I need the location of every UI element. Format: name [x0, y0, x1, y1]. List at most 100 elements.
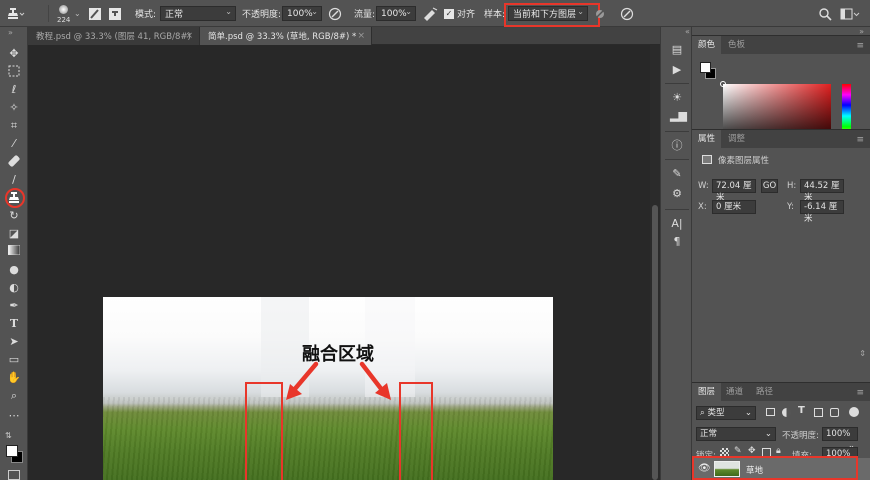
brush-tool-icon[interactable]: /	[7, 173, 21, 187]
vertical-scrollbar[interactable]	[650, 45, 660, 480]
histogram-panel-icon[interactable]: ▂▆	[670, 109, 687, 123]
default-colors-icon[interactable]: ⇅	[5, 431, 12, 440]
tab-adjustments[interactable]: 调整	[722, 130, 751, 149]
clone-source-panel-icon[interactable]	[108, 0, 122, 27]
eraser-tool-icon[interactable]: ◪	[7, 227, 21, 241]
workspace-switcher-icon[interactable]	[840, 0, 860, 27]
tab-document-1[interactable]: 教程.psd @ 33.3% (图层 41, RGB/8#) ×	[28, 27, 200, 45]
panel-menu-icon[interactable]: ≡	[856, 135, 864, 145]
x-input[interactable]: 0 厘米	[712, 200, 756, 214]
character-panel-icon[interactable]: A|	[670, 217, 684, 231]
brush-dot-icon	[59, 4, 68, 14]
history-brush-tool-icon[interactable]: ↻	[7, 209, 21, 223]
tab-layers[interactable]: 图层	[692, 383, 722, 402]
panel-menu-icon[interactable]: ≡	[856, 41, 864, 51]
more-tools-icon[interactable]: ⋯	[7, 409, 21, 423]
layer-filter-kind: 类型	[707, 408, 725, 418]
align-checkbox[interactable]: ✓ 对齐	[444, 0, 475, 27]
search-icon[interactable]	[818, 0, 832, 27]
options-bar: 224 ⌄ 模式: 正常 ⌄ 不透明度: 100% ⌄ 流量: 100% ⌄ ✓…	[0, 0, 870, 27]
info-panel-icon[interactable]: ⓘ	[670, 139, 684, 153]
close-icon[interactable]: ×	[185, 31, 193, 41]
type-tool-icon[interactable]: T	[7, 317, 21, 331]
tab-color[interactable]: 颜色	[692, 36, 722, 55]
pressure-opacity-icon[interactable]	[328, 0, 342, 27]
filter-type-icon[interactable]: T	[798, 405, 805, 416]
dodge-tool-icon[interactable]: ◐	[7, 281, 21, 295]
active-tool-highlight	[5, 188, 25, 208]
tab-swatches[interactable]: 色板	[722, 36, 751, 55]
toggle-brush-panel-icon[interactable]	[88, 0, 102, 27]
blend-mode-select[interactable]: 正常 ⌄	[696, 427, 776, 441]
pen-tool-icon[interactable]: ✒	[7, 299, 21, 313]
tab-channels[interactable]: 通道	[720, 383, 749, 402]
brush-preset-picker[interactable]: 224 ⌄	[56, 0, 81, 27]
filter-pixel-icon[interactable]	[766, 408, 775, 416]
y-label: Y:	[787, 202, 794, 212]
foreground-color-swatch[interactable]	[6, 445, 18, 457]
lasso-tool-icon[interactable]: ℓ	[7, 83, 21, 97]
gradient-tool-icon[interactable]	[7, 244, 21, 259]
lock-all-icon[interactable]: 🔒︎	[776, 446, 781, 456]
foreground-color-swatch[interactable]	[700, 62, 711, 73]
layer-highlight-box	[692, 456, 858, 480]
path-selection-tool-icon[interactable]: ➤	[7, 335, 21, 349]
zoom-tool-icon[interactable]: ⌕	[7, 389, 21, 403]
scrollbar-thumb[interactable]	[652, 205, 658, 480]
opacity-input[interactable]: 100% ⌄	[282, 6, 322, 21]
width-input[interactable]: 72.04 厘米	[712, 179, 756, 203]
layer-opacity-input[interactable]: 100% ⌄	[822, 427, 858, 451]
chevron-down-icon: ⌄	[74, 9, 81, 18]
document-image[interactable]	[103, 297, 553, 480]
rectangle-tool-icon[interactable]: ▭	[7, 353, 21, 367]
lock-position-icon[interactable]: ✥	[748, 446, 756, 456]
marquee-tool-icon[interactable]	[7, 65, 21, 79]
height-input[interactable]: 44.52 厘米	[800, 179, 844, 203]
ignore-adjustment-layers-icon[interactable]	[594, 0, 606, 27]
layer-opacity-value: 100%	[826, 429, 851, 439]
blur-tool-icon[interactable]: ●	[7, 263, 21, 277]
x-label: X:	[698, 202, 707, 212]
mode-value: 正常	[165, 10, 184, 20]
pressure-size-icon[interactable]	[620, 0, 634, 27]
clone-source-panel-icon[interactable]: ⚙	[670, 187, 684, 201]
paragraph-panel-icon[interactable]: ¶	[670, 235, 684, 249]
magic-wand-tool-icon[interactable]: ✧	[7, 101, 21, 115]
collapse-toolbar-icon[interactable]: »	[8, 28, 13, 37]
y-input[interactable]: -6.14 厘米	[800, 200, 844, 224]
eyedropper-tool-icon[interactable]: ⁄	[7, 137, 21, 151]
chevron-down-icon: ⌄	[225, 7, 232, 16]
collapse-panels-icon[interactable]: «	[685, 27, 690, 36]
filter-shape-icon[interactable]	[814, 408, 823, 417]
quick-mask-icon[interactable]	[8, 470, 20, 480]
panel-resize-handle[interactable]: ⇕	[859, 349, 866, 358]
adjustments-panel-icon[interactable]: ☀	[670, 91, 684, 105]
brush-settings-panel-icon[interactable]: ✎	[670, 167, 684, 181]
lock-pixels-icon[interactable]: ✎	[734, 446, 742, 456]
filter-toggle-icon[interactable]	[849, 407, 859, 417]
airbrush-icon[interactable]	[422, 0, 438, 27]
crop-tool-icon[interactable]: ⌗	[7, 119, 21, 133]
panel-menu-icon[interactable]: ≡	[856, 388, 864, 398]
tab-document-2[interactable]: 简单.psd @ 33.3% (草地, RGB/8#) * ×	[200, 27, 372, 45]
mode-select[interactable]: 正常 ⌄	[160, 6, 236, 21]
actions-panel-icon[interactable]: ▶	[670, 63, 684, 77]
close-icon[interactable]: ×	[357, 31, 365, 41]
layer-filter-select[interactable]: ⌕ 类型 ⌄	[696, 406, 756, 420]
history-panel-icon[interactable]: ▤	[670, 43, 684, 57]
link-dimensions-button[interactable]: GO	[761, 179, 778, 193]
properties-heading: 像素图层属性	[718, 156, 770, 166]
filter-adjustment-icon[interactable]	[782, 408, 791, 417]
clone-stamp-tool-icon[interactable]	[5, 0, 25, 27]
hand-tool-icon[interactable]: ✋	[7, 371, 21, 385]
healing-brush-tool-icon[interactable]	[7, 155, 21, 169]
move-tool-icon[interactable]: ✥	[7, 47, 21, 61]
link-dimensions-label: GO	[762, 181, 777, 191]
color-picker-handle[interactable]	[720, 81, 726, 87]
arrow-left-icon	[286, 361, 319, 400]
tab-properties[interactable]: 属性	[692, 130, 722, 149]
filter-smart-object-icon[interactable]	[830, 408, 839, 417]
sample-highlight-box	[504, 3, 600, 27]
tab-paths[interactable]: 路径	[750, 383, 779, 402]
flow-input[interactable]: 100% ⌄	[376, 6, 416, 21]
